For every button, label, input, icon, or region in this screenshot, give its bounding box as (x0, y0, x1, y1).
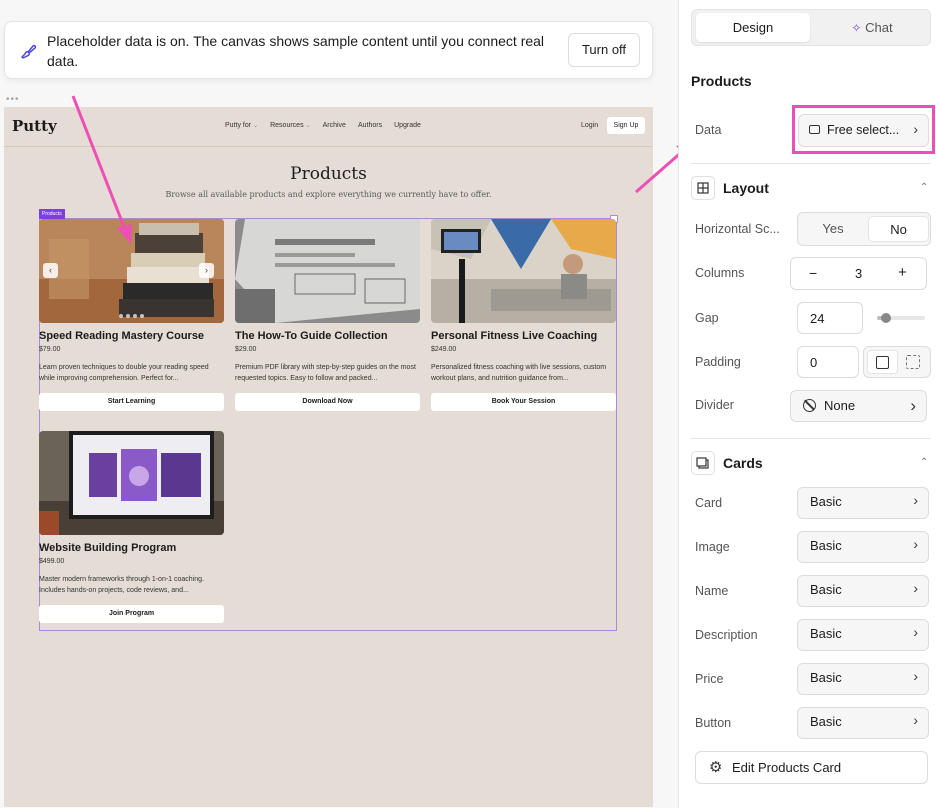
chevron-right-icon: › (913, 536, 918, 552)
layout-section-title: Layout (723, 180, 769, 196)
padding-input[interactable]: 0 (797, 346, 859, 378)
annotation-arrows (71, 95, 678, 244)
magic-wand-icon: ✧ (851, 21, 862, 35)
card-style-select[interactable]: Basic › (797, 487, 929, 519)
gear-icon: ⚙ (709, 759, 723, 776)
section-title: Products (691, 73, 752, 89)
name-style-label: Name (695, 584, 729, 598)
price-style-select[interactable]: Basic › (797, 663, 929, 695)
option-yes[interactable]: Yes (798, 213, 868, 245)
padding-mode-toggle (863, 346, 931, 378)
divider-label: Divider (695, 398, 734, 412)
card-style-label: Card (695, 496, 723, 510)
gap-slider[interactable] (877, 313, 925, 323)
tab-design[interactable]: Design (696, 13, 810, 42)
name-style-select[interactable]: Basic › (797, 575, 929, 607)
chevron-right-icon: › (913, 580, 918, 596)
cards-icon (691, 451, 715, 475)
data-label: Data (695, 123, 722, 137)
chevron-right-icon: › (913, 712, 918, 728)
editor-canvas-area: Placeholder data is on. The canvas shows… (0, 0, 678, 808)
cards-section-title: Cards (723, 455, 763, 471)
columns-stepper: − 3 + (790, 257, 927, 290)
chevron-right-icon: › (913, 668, 918, 684)
divider (691, 438, 931, 439)
divider (691, 163, 931, 164)
horizontal-scroll-toggle: Yes No (797, 212, 931, 246)
decrement-button[interactable]: − (809, 265, 817, 281)
chevron-up-icon[interactable]: ⌃ (920, 182, 928, 193)
horizontal-scroll-label: Horizontal Sc... (695, 222, 780, 236)
chevron-right-icon: › (913, 624, 918, 640)
chevron-right-icon: › (910, 396, 916, 415)
grid-icon (691, 176, 715, 200)
gap-slider-thumb[interactable] (881, 313, 891, 323)
padding-uniform-icon[interactable] (867, 350, 898, 374)
increment-button[interactable]: + (898, 264, 907, 281)
annotation-highlight-box (792, 105, 935, 154)
description-style-select[interactable]: Basic › (797, 619, 929, 651)
chevron-up-icon[interactable]: ⌃ (920, 457, 928, 468)
tab-chat[interactable]: ✧ Chat (816, 13, 928, 42)
image-style-label: Image (695, 540, 730, 554)
button-style-select[interactable]: Basic › (797, 707, 929, 739)
columns-value[interactable]: 3 (855, 266, 862, 281)
gap-label: Gap (695, 311, 719, 325)
edit-products-card-button[interactable]: ⚙ Edit Products Card (695, 751, 928, 784)
columns-label: Columns (695, 266, 745, 280)
option-no[interactable]: No (868, 216, 929, 242)
divider-select[interactable]: None › (790, 390, 927, 422)
chevron-right-icon: › (913, 492, 918, 508)
price-style-label: Price (695, 672, 724, 686)
gap-input[interactable]: 24 (797, 302, 863, 334)
panel-tabs: Design ✧ Chat (691, 9, 931, 46)
padding-individual-icon[interactable] (906, 355, 920, 369)
image-style-select[interactable]: Basic › (797, 531, 929, 563)
padding-label: Padding (695, 355, 741, 369)
button-style-label: Button (695, 716, 732, 730)
description-style-label: Description (695, 628, 758, 642)
